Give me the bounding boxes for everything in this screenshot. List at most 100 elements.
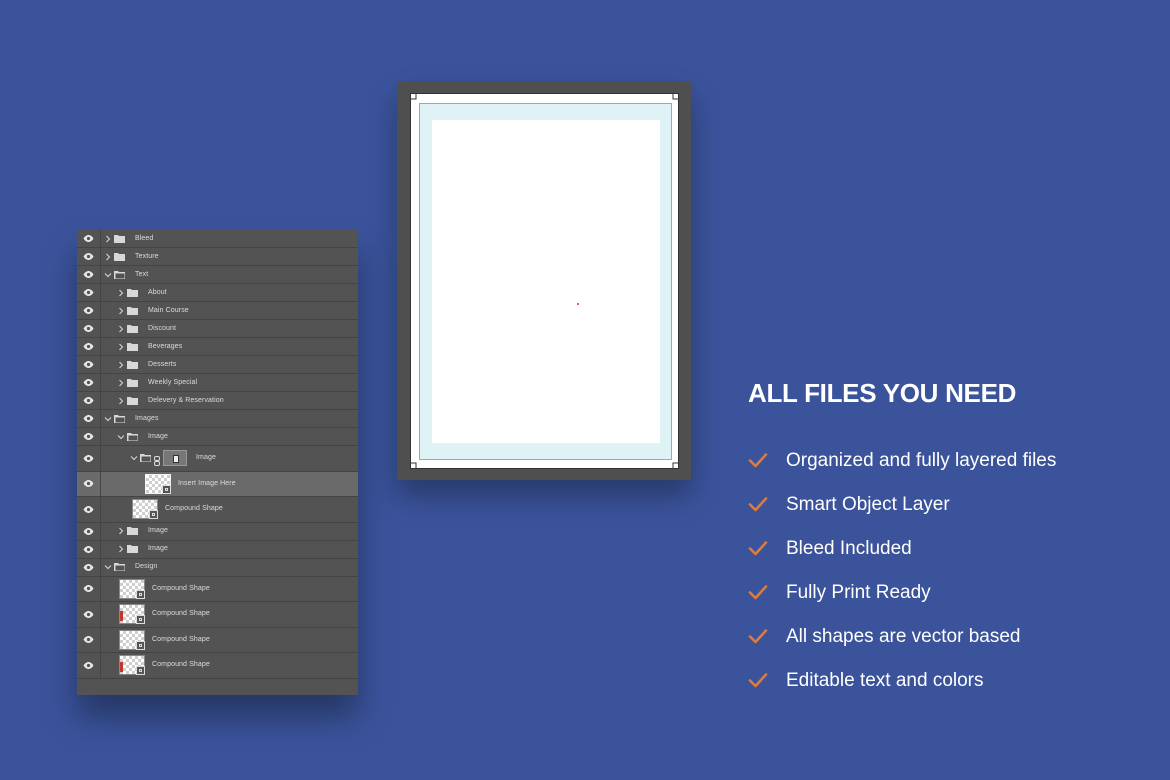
smart-object-icon xyxy=(162,484,171,494)
layer-name: About xyxy=(148,288,167,296)
eye-icon[interactable] xyxy=(77,410,101,427)
layer-name: Image xyxy=(148,527,168,534)
chevron-down-icon[interactable] xyxy=(104,271,112,279)
layer-row[interactable]: Text xyxy=(77,266,358,284)
vector-shape-icon xyxy=(136,615,145,625)
chevron-down-icon[interactable] xyxy=(104,563,112,571)
chevron-right-icon[interactable] xyxy=(117,343,125,351)
chevron-right-icon[interactable] xyxy=(117,307,125,315)
layer-name: Image xyxy=(148,432,168,440)
layer-name: Beverages xyxy=(148,342,183,350)
layer-row[interactable]: Weekly Special xyxy=(77,374,358,392)
layer-row[interactable]: About xyxy=(77,284,358,302)
check-icon xyxy=(748,673,768,688)
shape-thumbnail[interactable] xyxy=(119,604,145,625)
crop-mark-icon xyxy=(410,93,417,100)
smart-object-thumbnail[interactable] xyxy=(145,473,171,494)
eye-icon[interactable] xyxy=(77,320,101,337)
chevron-right-icon[interactable] xyxy=(117,361,125,369)
eye-icon[interactable] xyxy=(77,576,101,601)
eye-icon[interactable] xyxy=(77,627,101,652)
feature-text: Editable text and colors xyxy=(786,670,984,691)
layer-row[interactable]: Compound Shape xyxy=(77,602,358,628)
shape-thumbnail[interactable] xyxy=(119,655,145,676)
layer-row[interactable]: Discount xyxy=(77,320,358,338)
chevron-right-icon[interactable] xyxy=(117,397,125,405)
vector-shape-icon xyxy=(136,589,145,599)
safe-area xyxy=(432,120,660,443)
shape-thumbnail[interactable] xyxy=(132,499,158,520)
eye-icon[interactable] xyxy=(77,356,101,373)
eye-icon[interactable] xyxy=(77,540,101,558)
eye-icon[interactable] xyxy=(77,266,101,283)
crop-mark-icon xyxy=(672,93,679,100)
chevron-down-icon[interactable] xyxy=(117,433,125,441)
chevron-right-icon[interactable] xyxy=(104,235,112,243)
layer-row[interactable]: Image xyxy=(77,540,358,559)
chevron-right-icon[interactable] xyxy=(117,527,125,535)
eye-icon[interactable] xyxy=(77,338,101,355)
chevron-right-icon[interactable] xyxy=(117,379,125,387)
eye-icon[interactable] xyxy=(77,471,101,496)
layer-name: Image xyxy=(196,454,216,462)
eye-icon[interactable] xyxy=(77,428,101,445)
layer-name: Images xyxy=(135,414,159,422)
layer-row[interactable]: Image xyxy=(77,428,358,446)
layer-row[interactable]: Insert Image Here xyxy=(77,471,358,497)
layer-row[interactable]: Desserts xyxy=(77,356,358,374)
layer-row[interactable]: Compound Shape xyxy=(77,627,358,653)
chevron-right-icon[interactable] xyxy=(104,253,112,261)
eye-icon[interactable] xyxy=(77,446,101,471)
document-preview xyxy=(397,81,691,480)
feature-text: Fully Print Ready xyxy=(786,582,931,603)
center-marker xyxy=(577,303,579,305)
eye-icon[interactable] xyxy=(77,284,101,301)
feature-text: Organized and fully layered files xyxy=(786,450,1057,471)
eye-icon[interactable] xyxy=(77,392,101,409)
chevron-right-icon[interactable] xyxy=(117,289,125,297)
layer-row[interactable]: Compound Shape xyxy=(77,576,358,602)
layer-row[interactable]: Beverages xyxy=(77,338,358,356)
eye-icon[interactable] xyxy=(77,558,101,576)
mask-thumbnail[interactable] xyxy=(163,450,187,467)
layer-row[interactable]: Texture xyxy=(77,248,358,266)
folder-icon xyxy=(127,324,138,333)
layer-row[interactable]: Compound Shape xyxy=(77,653,358,679)
document-page xyxy=(410,93,679,469)
layer-row[interactable]: Compound Shape xyxy=(77,497,358,523)
eye-icon[interactable] xyxy=(77,230,101,247)
eye-icon[interactable] xyxy=(77,602,101,627)
layer-name: Compound Shape xyxy=(165,505,223,513)
layer-row[interactable]: Image xyxy=(77,522,358,541)
layer-name: Bleed xyxy=(135,234,154,242)
layer-row[interactable]: Image xyxy=(77,446,358,472)
folder-icon xyxy=(127,378,138,387)
shape-thumbnail[interactable] xyxy=(119,578,145,599)
layer-row[interactable]: Design xyxy=(77,558,358,577)
eye-icon[interactable] xyxy=(77,653,101,678)
layer-name: Delevery & Reservation xyxy=(148,396,224,404)
chevron-down-icon[interactable] xyxy=(130,454,138,462)
chevron-down-icon[interactable] xyxy=(104,415,112,423)
layer-row[interactable]: Main Course xyxy=(77,302,358,320)
layer-row[interactable]: Images xyxy=(77,410,358,428)
vector-shape-icon xyxy=(136,666,145,676)
layer-row[interactable]: Bleed xyxy=(77,230,358,248)
folder-icon xyxy=(140,454,151,463)
check-icon xyxy=(748,629,768,644)
check-icon xyxy=(748,541,768,556)
layer-name: Image xyxy=(148,545,168,552)
chevron-right-icon[interactable] xyxy=(117,325,125,333)
layer-row[interactable]: Delevery & Reservation xyxy=(77,392,358,410)
layer-name: Texture xyxy=(135,252,159,260)
eye-icon[interactable] xyxy=(77,302,101,319)
check-icon xyxy=(748,453,768,468)
layer-name: Compound Shape xyxy=(152,584,210,592)
eye-icon[interactable] xyxy=(77,522,101,540)
chevron-right-icon[interactable] xyxy=(117,545,125,553)
eye-icon[interactable] xyxy=(77,497,101,522)
eye-icon[interactable] xyxy=(77,248,101,265)
eye-icon[interactable] xyxy=(77,374,101,391)
vector-shape-icon xyxy=(136,640,145,650)
shape-thumbnail[interactable] xyxy=(119,629,145,650)
